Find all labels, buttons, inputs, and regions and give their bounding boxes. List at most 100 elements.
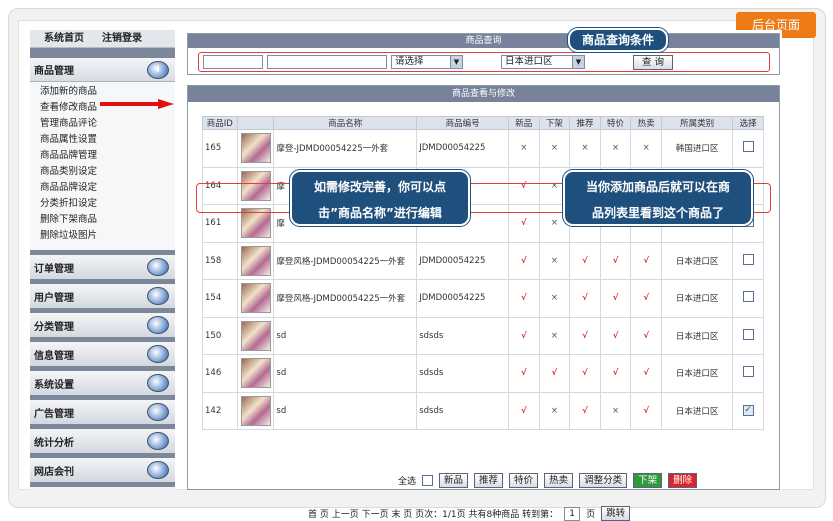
sidebar-category[interactable]: 统计分析 bbox=[30, 429, 175, 453]
product-name-link[interactable]: 摩登风格-JDMD00054225一外套 bbox=[273, 279, 418, 318]
sidebar-category[interactable]: 广告管理 bbox=[30, 400, 175, 424]
sidebar-item[interactable]: 商品类别设定 bbox=[40, 164, 175, 180]
product-name-link[interactable]: sd bbox=[273, 391, 418, 430]
sidebar-category-label: 分类管理 bbox=[34, 321, 74, 333]
product-thumbnail[interactable] bbox=[240, 245, 271, 276]
sidebar-category[interactable]: 用户管理 bbox=[30, 284, 175, 308]
action-button-1[interactable]: 推荐 bbox=[474, 473, 504, 488]
logout-link[interactable]: 注销登录 bbox=[102, 30, 142, 47]
sidebar-item[interactable]: 删除垃圾图片 bbox=[40, 228, 175, 244]
flag-sale[interactable]: × bbox=[599, 129, 632, 168]
flag-sale[interactable]: √ bbox=[599, 316, 632, 355]
flag-off[interactable]: × bbox=[538, 129, 571, 168]
sidebar-item[interactable]: 商品品牌管理 bbox=[40, 148, 175, 164]
flag-rec[interactable]: √ bbox=[569, 279, 601, 318]
flag-off[interactable]: × bbox=[538, 316, 571, 355]
row-checkbox[interactable]: ✓ bbox=[742, 405, 754, 417]
product-thumbnail[interactable] bbox=[240, 358, 271, 389]
select-cell bbox=[732, 279, 764, 318]
home-link[interactable]: 系统首页 bbox=[44, 30, 84, 47]
row-checkbox[interactable] bbox=[742, 253, 754, 265]
sidebar-item[interactable]: 删除下架商品 bbox=[40, 212, 175, 228]
row-checkbox[interactable] bbox=[742, 141, 754, 153]
flag-hot[interactable]: √ bbox=[630, 241, 662, 280]
column-header: 推荐 bbox=[569, 116, 601, 130]
column-header: 特价 bbox=[599, 116, 632, 130]
product-thumbnail[interactable] bbox=[240, 320, 271, 351]
sidebar-category[interactable]: 信息管理 bbox=[30, 342, 175, 366]
region-select[interactable]: 日本进口区 ▼ bbox=[501, 55, 585, 69]
flag-hot[interactable]: √ bbox=[630, 316, 662, 355]
flag-new[interactable]: √ bbox=[507, 391, 540, 430]
flag-rec[interactable]: √ bbox=[569, 391, 601, 430]
sidebar-category[interactable]: 系统设置 bbox=[30, 371, 175, 395]
action-button-5[interactable]: 下架 bbox=[633, 473, 663, 488]
sidebar-item[interactable]: 管理商品评论 bbox=[40, 116, 175, 132]
product-thumbnail[interactable] bbox=[240, 395, 271, 426]
flag-off[interactable]: √ bbox=[538, 354, 571, 393]
name-input[interactable] bbox=[267, 55, 387, 69]
flag-new[interactable]: √ bbox=[507, 316, 540, 355]
product-name-link[interactable]: sd bbox=[273, 316, 418, 355]
column-header: 热卖 bbox=[630, 116, 662, 130]
action-button-6[interactable]: 删除 bbox=[668, 473, 698, 488]
column-header: 商品ID bbox=[202, 116, 238, 130]
action-button-4[interactable]: 调整分类 bbox=[579, 473, 628, 488]
page-input[interactable]: 1 bbox=[564, 506, 581, 521]
product-thumbnail[interactable] bbox=[240, 133, 271, 164]
product-name-link[interactable]: 摩登-JDMD00054225一外套 bbox=[273, 129, 418, 168]
thumbnail-cell bbox=[236, 279, 275, 318]
flag-sale[interactable]: √ bbox=[599, 354, 632, 393]
flag-new[interactable]: × bbox=[507, 129, 540, 168]
thumbnail-cell bbox=[236, 316, 275, 355]
product-id: 165 bbox=[202, 129, 238, 168]
row-checkbox[interactable] bbox=[742, 291, 754, 303]
category-select[interactable]: 请选择 ▼ bbox=[391, 55, 463, 69]
table-row: 165 摩登-JDMD00054225一外套 JDMD00054225 × × × × × 韩国… bbox=[202, 129, 764, 168]
sidebar-item[interactable]: 商品属性设置 bbox=[40, 132, 175, 148]
flag-rec[interactable]: √ bbox=[569, 316, 601, 355]
row-checkbox[interactable] bbox=[742, 328, 754, 340]
flag-hot[interactable]: × bbox=[630, 129, 662, 168]
flag-off[interactable]: × bbox=[538, 391, 571, 430]
flag-hot[interactable]: √ bbox=[630, 279, 662, 318]
sidebar-category[interactable]: 订单管理 bbox=[30, 255, 175, 279]
action-button-3[interactable]: 热卖 bbox=[544, 473, 574, 488]
category-icon bbox=[147, 316, 169, 334]
flag-off[interactable]: × bbox=[538, 241, 571, 280]
product-name-link[interactable]: sd bbox=[273, 354, 418, 393]
query-button[interactable]: 查 询 bbox=[633, 54, 673, 70]
group-header[interactable]: 商品管理 i bbox=[30, 58, 175, 82]
select-cell: ✓ bbox=[732, 391, 764, 430]
sidebar-category[interactable]: 网店会刊 bbox=[30, 458, 175, 482]
flag-hot[interactable]: √ bbox=[630, 354, 662, 393]
list-tooltip-line2: 品列表里看到这个商品了 bbox=[591, 206, 724, 220]
flag-hot[interactable]: √ bbox=[630, 391, 662, 430]
flag-rec[interactable]: × bbox=[569, 129, 601, 168]
flag-sale[interactable]: √ bbox=[599, 241, 632, 280]
spacer bbox=[467, 55, 497, 69]
product-table: 商品ID 商品名称 商品编号 新品 下架 推荐 特价 热卖 所属类别 选择 165 摩登-JDMD0… bbox=[202, 116, 764, 430]
flag-rec[interactable]: √ bbox=[569, 354, 601, 393]
sidebar-category[interactable]: 分类管理 bbox=[30, 313, 175, 337]
flag-sale[interactable]: √ bbox=[599, 279, 632, 318]
flag-rec[interactable]: √ bbox=[569, 241, 601, 280]
product-name-link[interactable]: 摩登风格-JDMD00054225一外套 bbox=[273, 241, 418, 280]
product-thumbnail[interactable] bbox=[240, 283, 271, 314]
flag-sale[interactable]: × bbox=[599, 391, 632, 430]
action-button-0[interactable]: 新品 bbox=[439, 473, 469, 488]
row-checkbox[interactable] bbox=[742, 366, 754, 378]
keyword-input[interactable] bbox=[203, 55, 263, 69]
sidebar-item[interactable]: 商品品牌设定 bbox=[40, 180, 175, 196]
flag-new[interactable]: √ bbox=[507, 279, 540, 318]
select-all-checkbox[interactable] bbox=[422, 475, 434, 486]
flag-new[interactable]: √ bbox=[507, 354, 540, 393]
product-id: 158 bbox=[202, 241, 238, 280]
flag-off[interactable]: × bbox=[538, 279, 571, 318]
go-button[interactable]: 跳转 bbox=[601, 506, 631, 521]
action-button-2[interactable]: 特价 bbox=[509, 473, 539, 488]
flag-new[interactable]: √ bbox=[507, 241, 540, 280]
sidebar-category[interactable]: 链接管理 bbox=[30, 487, 175, 490]
sidebar-item[interactable]: 分类折扣设定 bbox=[40, 196, 175, 212]
sidebar-item[interactable]: 添加新的商品 bbox=[40, 84, 175, 100]
